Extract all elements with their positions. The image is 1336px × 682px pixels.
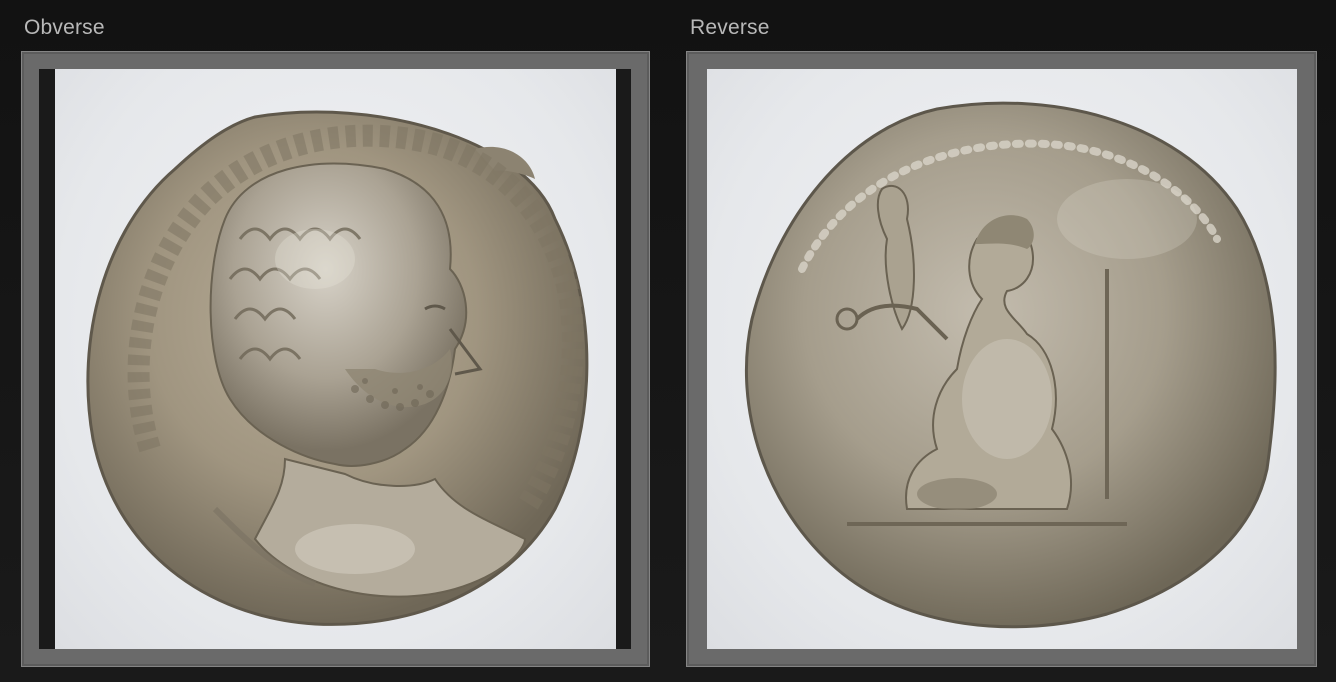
obverse-image[interactable] <box>55 69 616 649</box>
reverse-coin-picture <box>744 101 1277 629</box>
obverse-label: Obverse <box>24 16 105 39</box>
reverse-label: Reverse <box>690 16 770 39</box>
obverse-coin-picture <box>86 110 589 626</box>
coin-viewer: Obverse Reverse <box>0 0 1336 682</box>
obverse-frame <box>21 51 650 667</box>
reverse-frame <box>686 51 1317 667</box>
reverse-image[interactable] <box>707 69 1297 649</box>
